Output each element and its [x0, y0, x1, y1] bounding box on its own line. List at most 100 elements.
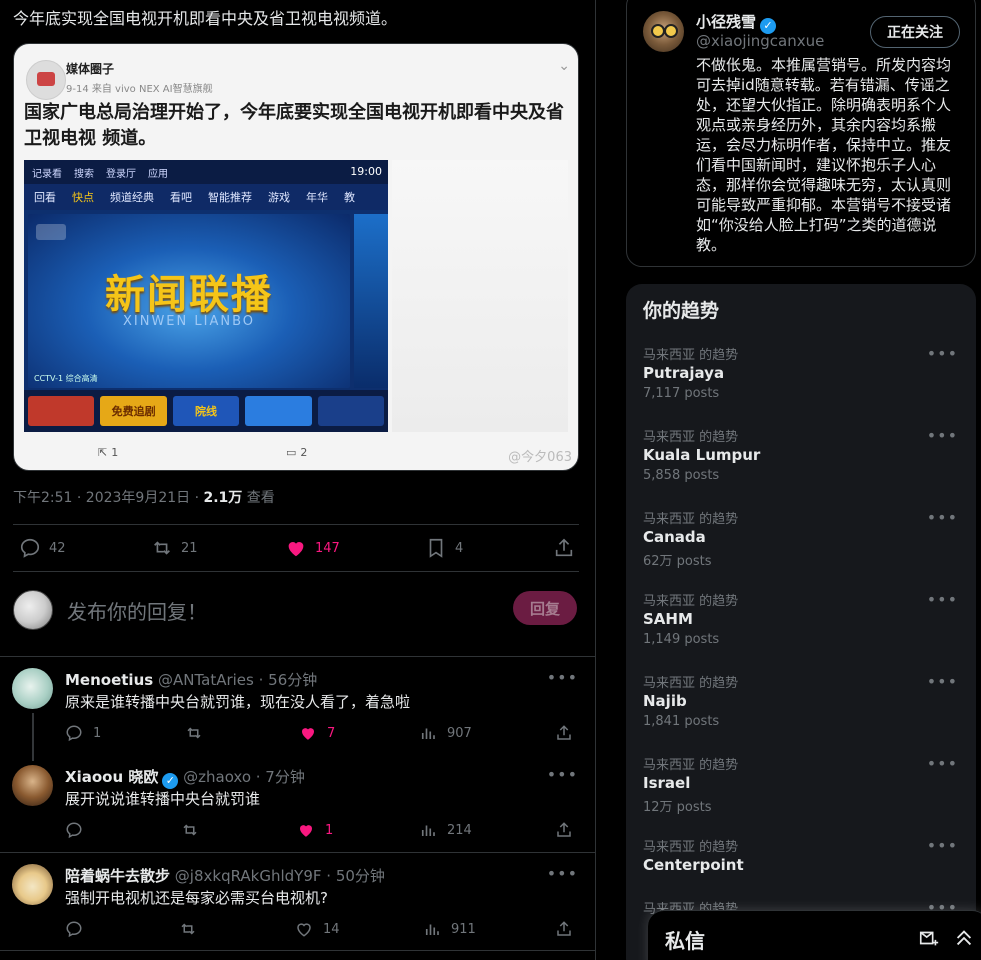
tv-top-item: 应用 [148, 168, 168, 180]
reply-text: 展开说说谁转播中央台就罚谁 [65, 790, 261, 808]
more-dots-icon[interactable]: ••• [927, 754, 958, 773]
views-button[interactable]: 911 [423, 918, 476, 940]
view-count: 907 [447, 725, 472, 741]
more-dots-icon[interactable]: ••• [927, 590, 958, 609]
following-button[interactable]: 正在关注 [870, 16, 960, 48]
profile-handle[interactable]: @xiaojingcanxue [696, 32, 824, 50]
like-button[interactable]: 14 [295, 918, 340, 940]
reply-author-name[interactable]: Menoetius [65, 671, 153, 689]
screenshot-repost-count: 1 [111, 446, 119, 459]
trend-item[interactable]: 马来西亚 的趋势 SAHM 1,149 posts ••• [626, 590, 976, 672]
bookmark-button[interactable]: 4 [425, 525, 463, 571]
share-icon: ⇱ [98, 446, 108, 459]
tweet-timestamp: 下午2:51 · 2023年9月21日 · 2.1万 查看 [13, 487, 275, 507]
tv-tile [28, 396, 95, 426]
trend-item[interactable]: 马来西亚 的趋势 Putrajaya 7,117 posts ••• [626, 344, 976, 426]
trend-item[interactable]: 马来西亚 的趋势 Najib 1,841 posts ••• [626, 672, 976, 754]
more-dots-icon[interactable]: ••• [927, 508, 958, 527]
retweet-icon [154, 541, 170, 555]
trend-item[interactable]: 马来西亚 的趋势 Israel 12万 posts ••• [626, 754, 976, 836]
trend-post-count: 5,858 posts [643, 468, 720, 483]
more-dots-icon[interactable]: ••• [927, 344, 958, 363]
more-dots-icon[interactable]: ••• [547, 765, 578, 784]
reply-author-name[interactable]: Xiaoou 晓欧 [65, 768, 158, 786]
views-bar-icon [421, 825, 435, 836]
share-button[interactable] [555, 819, 573, 841]
like-count: 147 [315, 540, 340, 556]
retweet-button[interactable] [179, 918, 197, 940]
screenshot-right-area [392, 160, 568, 432]
avatar[interactable] [12, 864, 53, 905]
tv-channel-caption: CCTV-1 综合高清 [34, 374, 98, 383]
cctv-logo [36, 224, 66, 240]
reply-header: Menoetius @ANTatAries · 56分钟 [65, 669, 317, 690]
like-button[interactable]: 7 [299, 722, 335, 744]
avatar[interactable] [643, 11, 684, 52]
screenshot-repost: ⇱ 1 [98, 446, 118, 459]
tv-top-bar: 记录看 搜索 登录厅 应用 [24, 160, 388, 184]
retweet-count: 21 [181, 540, 198, 556]
profile-name[interactable]: 小径残雪 ✓ [696, 11, 777, 34]
retweet-button[interactable] [185, 722, 203, 744]
trend-post-count: 12万 posts [643, 800, 712, 815]
source-name: 媒体圈子 [66, 62, 115, 76]
reply-text: 原来是谁转播中央台就罚谁，现在没人看了，着急啦 [65, 693, 411, 711]
like-button[interactable]: 1 [297, 819, 333, 841]
more-dots-icon[interactable]: ••• [927, 672, 958, 691]
reply-author-handle: @zhaoxo · 7分钟 [183, 768, 305, 786]
trend-context: 马来西亚 的趋势 [643, 512, 739, 527]
share-button[interactable] [553, 525, 575, 571]
more-dots-icon[interactable]: ••• [927, 836, 958, 855]
messages-drawer[interactable]: 私信 [648, 910, 981, 960]
share-button[interactable] [555, 918, 573, 940]
avatar[interactable] [12, 668, 53, 709]
new-message-icon[interactable] [918, 927, 940, 949]
divider [0, 950, 595, 951]
avatar [13, 590, 53, 630]
reply-icon [66, 921, 82, 938]
view-label: 查看 [242, 490, 275, 506]
reply-button[interactable]: 1 [65, 722, 101, 744]
app-root: 今年底实现全国电视开机即看中央及省卫视电视频道。 媒体圈子 9-14 来自 vi… [0, 0, 981, 960]
screenshot-action-row: ⇱ 1 ▭ 2 [14, 446, 578, 466]
comment-icon: ▭ [286, 446, 297, 459]
reply-button[interactable] [65, 819, 83, 841]
reply-input[interactable]: 发布你的回复！ [67, 596, 207, 625]
reply-icon [66, 725, 82, 742]
more-dots-icon[interactable]: ••• [927, 426, 958, 445]
chevron-up-icon[interactable] [953, 927, 975, 949]
tv-top-item: 记录看 [32, 168, 62, 180]
reply-author-name[interactable]: 陪着蜗牛去散步 [65, 867, 170, 885]
bookmark-count: 4 [455, 540, 464, 556]
trend-item[interactable]: 马来西亚 的趋势 Canada 62万 posts ••• [626, 508, 976, 590]
like-button[interactable]: 147 [285, 525, 340, 571]
more-dots-icon[interactable]: ••• [547, 864, 578, 883]
retweet-button[interactable]: 21 [151, 525, 198, 571]
share-icon [557, 725, 571, 740]
retweet-button[interactable] [181, 819, 199, 841]
tv-nav-bar: 回看 快点 频道经典 看吧 智能推荐 游戏 年华 教 [24, 184, 388, 210]
trend-item[interactable]: 马来西亚 的趋势 Kuala Lumpur 5,858 posts ••• [626, 426, 976, 508]
tweet-media-image[interactable]: 媒体圈子 9-14 来自 vivo NEX AI智慧旗舰 ⌄ 国家广电总局治理开… [13, 43, 579, 471]
profile-name-text[interactable]: 小径残雪 [696, 13, 756, 31]
tv-time: 19:00 [350, 165, 382, 178]
reply-submit-button[interactable]: 回复 [513, 591, 577, 625]
trend-name: Israel [643, 774, 691, 792]
timestamp-text[interactable]: 下午2:51 · 2023年9月21日 · [13, 490, 204, 506]
tv-tile [317, 396, 385, 426]
views-button[interactable]: 907 [419, 722, 472, 744]
reply-button[interactable] [65, 918, 83, 940]
reply-icon [20, 538, 40, 558]
share-icon [557, 822, 571, 837]
tv-nav-item: 回看 [34, 191, 56, 204]
reply-text: 强制开电视机还是每家必需买台电视机? [65, 889, 328, 907]
heart-icon [297, 923, 311, 937]
tweet-text: 今年底实现全国电视开机即看中央及省卫视电视频道。 [13, 9, 398, 28]
reply-button[interactable]: 42 [19, 525, 66, 571]
share-button[interactable] [555, 722, 573, 744]
more-dots-icon[interactable]: ••• [547, 668, 578, 687]
avatar[interactable] [12, 765, 53, 806]
views-button[interactable]: 214 [419, 819, 472, 841]
trend-context: 马来西亚 的趋势 [643, 840, 739, 855]
tv-top-item: 搜索 [74, 168, 94, 180]
